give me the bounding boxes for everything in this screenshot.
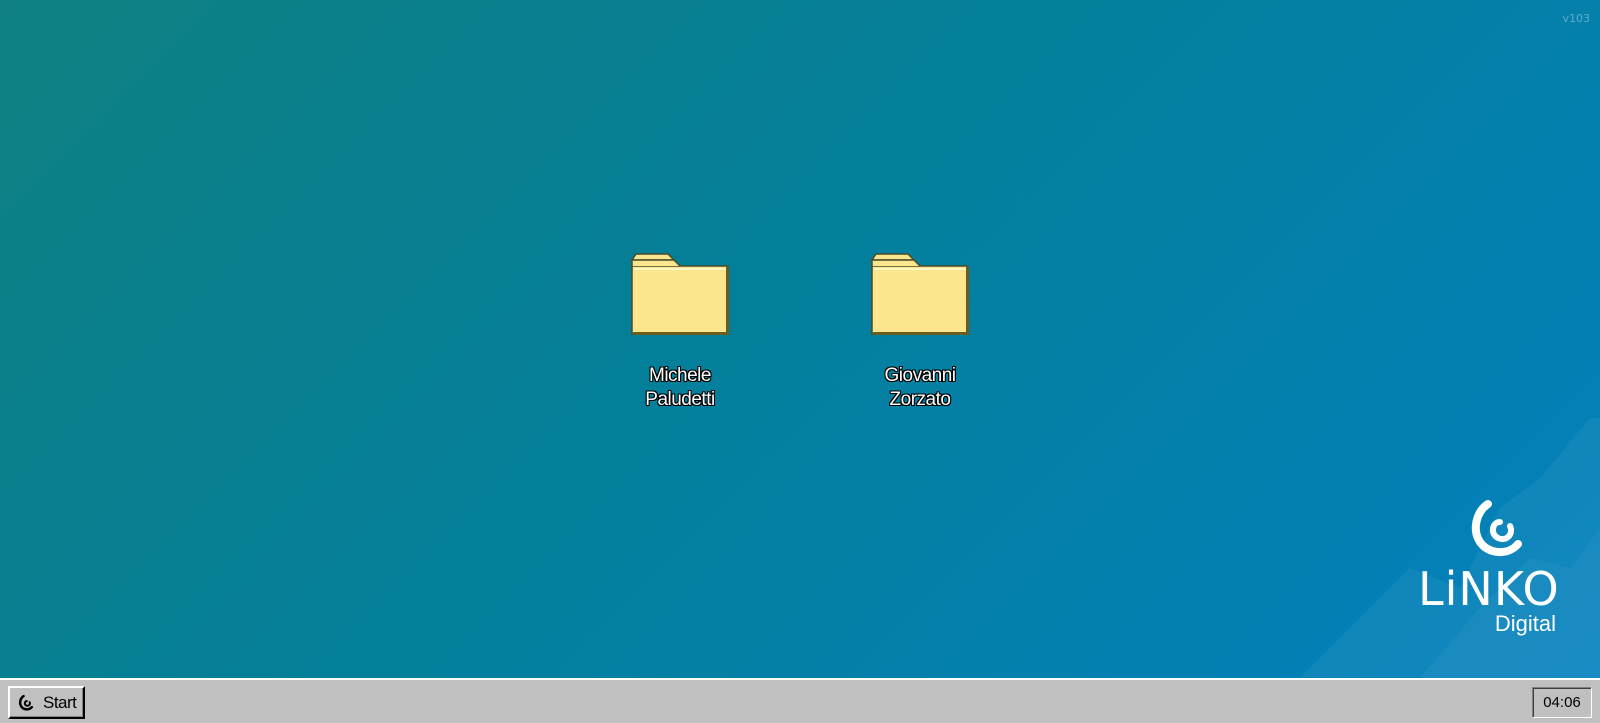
linko-digital-logo: LiNKO Digital (1418, 500, 1560, 636)
folder-icon (630, 253, 729, 335)
linko-swirl-icon (18, 694, 34, 711)
version-label: v103 (1562, 12, 1590, 25)
desktop-folder-michele-paludetti[interactable]: Michele Paludetti (615, 250, 745, 412)
taskbar: Start 04:06 (0, 678, 1600, 723)
folder-icon (870, 253, 969, 335)
taskbar-clock[interactable]: 04:06 (1532, 687, 1592, 718)
start-button[interactable]: Start (8, 686, 85, 719)
folder-label: Giovanni Zorzato (884, 365, 957, 410)
start-label: Start (43, 692, 77, 712)
linko-swirl-icon (1471, 500, 1522, 556)
logo-brand-text: LiNKO (1418, 562, 1560, 616)
folder-label: Michele Paludetti (645, 365, 715, 410)
desktop: v103 Michele Paludetti Giovanni Zorzato … (0, 0, 1600, 678)
desktop-folder-giovanni-zorzato[interactable]: Giovanni Zorzato (855, 250, 985, 412)
